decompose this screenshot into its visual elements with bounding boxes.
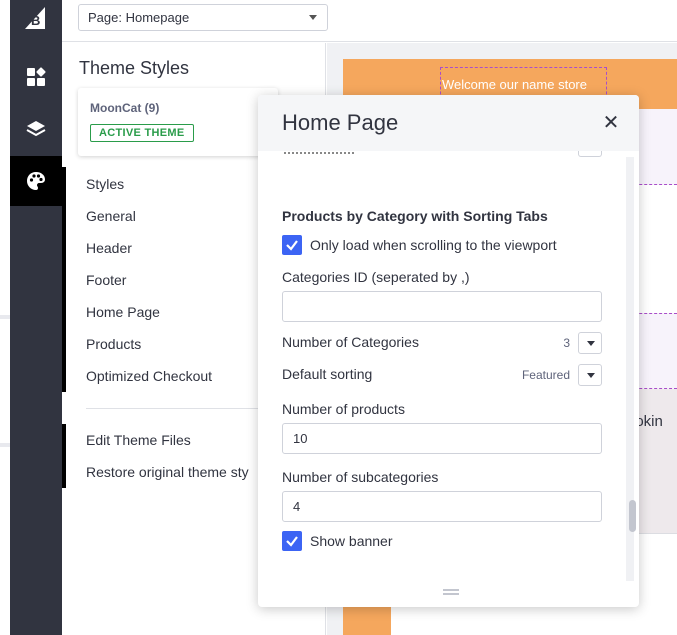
- palette-icon[interactable]: [10, 156, 62, 206]
- default-sorting-row: Default sorting Featured: [282, 364, 602, 386]
- menu-item-home-page[interactable]: Home Page: [86, 304, 160, 320]
- number-of-categories-value: 3: [563, 336, 570, 350]
- number-of-categories-row: Number of Categories 3: [282, 332, 602, 354]
- show-banner-checkbox-row[interactable]: Show banner: [282, 531, 393, 551]
- number-of-products-label: Number of products: [282, 401, 405, 417]
- menu-item-restore-theme[interactable]: Restore original theme sty: [86, 464, 249, 480]
- panel-title: Theme Styles: [79, 58, 190, 78]
- number-of-subcategories-input[interactable]: [282, 491, 602, 522]
- menu-active-bar: [62, 167, 66, 392]
- lazy-load-checkbox[interactable]: [282, 235, 302, 255]
- chevron-down-icon: [309, 15, 317, 20]
- modal-body: Products by Category with Sorting Tabs O…: [258, 151, 639, 581]
- categories-id-label: Categories ID (seperated by ,): [282, 269, 470, 285]
- menu-item-optimized-checkout[interactable]: Optimized Checkout: [86, 368, 212, 384]
- left-gutter: [0, 0, 10, 635]
- lazy-load-checkbox-row[interactable]: Only load when scrolling to the viewport: [282, 235, 557, 255]
- number-of-products-input[interactable]: [282, 423, 602, 454]
- menu-item-products[interactable]: Products: [86, 336, 141, 352]
- checkmark-icon: [286, 536, 298, 547]
- active-theme-badge: ACTIVE THEME: [90, 124, 194, 142]
- close-icon[interactable]: ✕: [601, 113, 621, 133]
- section-title: Products by Category with Sorting Tabs: [282, 208, 548, 224]
- default-sorting-value: Featured: [521, 368, 570, 382]
- modal-scrollbar-thumb[interactable]: [629, 500, 636, 532]
- number-of-categories-label: Number of Categories: [282, 334, 419, 350]
- show-banner-label: Show banner: [310, 533, 393, 549]
- page-select-value: Page: Homepage: [88, 10, 190, 25]
- checkmark-icon: [286, 240, 298, 251]
- menu-item-styles[interactable]: Styles: [86, 176, 124, 192]
- default-sorting-label: Default sorting: [282, 366, 373, 382]
- menu-item-general[interactable]: General: [86, 208, 136, 224]
- app-rail: B: [10, 0, 62, 635]
- resize-handle-icon[interactable]: [443, 589, 459, 595]
- menu-item-header[interactable]: Header: [86, 240, 132, 256]
- gutter-mark: [0, 315, 10, 319]
- dashboard-icon[interactable]: [10, 52, 62, 102]
- bigcommerce-logo-icon[interactable]: B: [23, 6, 49, 30]
- menu-secondary-bar: [62, 424, 66, 488]
- menu-item-edit-theme-files[interactable]: Edit Theme Files: [86, 432, 191, 448]
- theme-card: MoonCat (9) ACTIVE THEME: [78, 88, 278, 156]
- layers-icon[interactable]: [10, 104, 62, 154]
- menu-item-footer[interactable]: Footer: [86, 272, 126, 288]
- default-sorting-dropdown[interactable]: [578, 364, 602, 386]
- clipped-select[interactable]: [578, 151, 602, 157]
- lazy-load-label: Only load when scrolling to the viewport: [310, 237, 557, 253]
- gutter-mark: [0, 443, 10, 447]
- categories-id-input[interactable]: [282, 291, 602, 322]
- show-banner-checkbox[interactable]: [282, 531, 302, 551]
- page-select[interactable]: Page: Homepage: [78, 4, 328, 31]
- home-page-modal: Home Page ✕ Products by Category with So…: [258, 95, 639, 607]
- number-of-categories-dropdown[interactable]: [578, 332, 602, 354]
- number-of-subcategories-label: Number of subcategories: [282, 469, 439, 485]
- clipped-field-label: [284, 151, 354, 154]
- modal-header: Home Page ✕: [258, 95, 639, 151]
- theme-name: MoonCat (9): [90, 101, 160, 115]
- svg-text:B: B: [31, 13, 40, 28]
- modal-title: Home Page: [282, 110, 399, 135]
- top-bar: Page: Homepage: [62, 0, 677, 42]
